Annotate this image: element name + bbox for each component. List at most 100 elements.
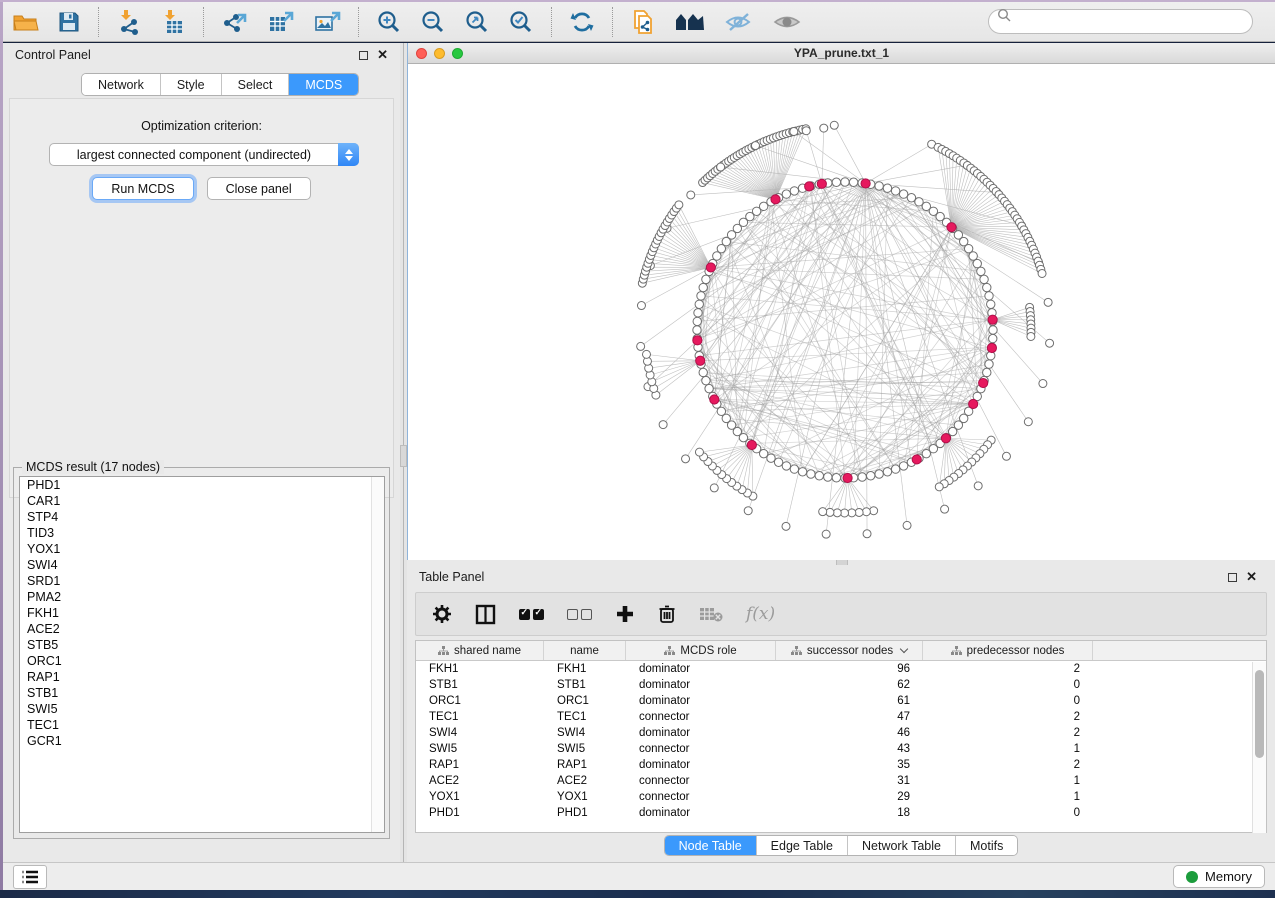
table-row[interactable]: YOX1YOX1connector291 (416, 789, 1266, 805)
table-cell[interactable]: YOX1 (416, 791, 544, 803)
zoom-out-button[interactable] (411, 6, 455, 38)
mcds-result-item[interactable]: ACE2 (20, 621, 384, 637)
mcds-node[interactable] (696, 356, 705, 365)
mcds-node[interactable] (710, 395, 719, 404)
tab-network-table[interactable]: Network Table (848, 836, 956, 855)
network-node[interactable] (987, 300, 995, 308)
first-neighbors-button[interactable] (665, 6, 715, 38)
table-row[interactable]: ORC1ORC1dominator610 (416, 693, 1266, 709)
mcds-result-list[interactable]: PHD1CAR1STP4TID3YOX1SWI4SRD1PMA2FKH1ACE2… (19, 476, 385, 833)
table-row[interactable]: RAP1RAP1dominator352 (416, 757, 1266, 773)
function-builder-button[interactable]: f(x) (746, 604, 775, 624)
column-header-name[interactable]: name (544, 641, 626, 660)
network-leaf-node[interactable] (802, 127, 810, 135)
network-leaf-node[interactable] (848, 509, 856, 517)
network-leaf-node[interactable] (675, 201, 683, 209)
network-leaf-node[interactable] (862, 508, 870, 516)
mcds-result-item[interactable]: STB5 (20, 637, 384, 653)
optimization-criterion-select[interactable]: largest connected component (undirected) (49, 143, 359, 166)
network-leaf-node[interactable] (935, 483, 943, 491)
table-cell[interactable]: 29 (776, 791, 923, 803)
tab-select[interactable]: Select (222, 74, 290, 95)
mcds-node[interactable] (693, 336, 702, 345)
network-node[interactable] (798, 468, 806, 476)
network-node[interactable] (875, 182, 883, 190)
tab-style[interactable]: Style (161, 74, 222, 95)
network-node[interactable] (832, 178, 840, 186)
network-leaf-node[interactable] (841, 509, 849, 517)
network-node[interactable] (841, 178, 849, 186)
network-leaf-node[interactable] (822, 530, 830, 538)
float-panel-icon[interactable] (1228, 573, 1237, 582)
open-file-button[interactable] (3, 6, 48, 38)
table-row[interactable]: STB1STB1dominator620 (416, 677, 1266, 693)
network-leaf-node[interactable] (1038, 269, 1046, 277)
mcds-list-scrollbar[interactable] (371, 477, 384, 832)
mcds-result-item[interactable]: PHD1 (20, 477, 384, 493)
network-node[interactable] (832, 474, 840, 482)
table-cell[interactable]: SWI5 (544, 743, 626, 755)
network-leaf-node[interactable] (642, 350, 650, 358)
table-cell[interactable]: dominator (626, 695, 776, 707)
mcds-node[interactable] (706, 263, 715, 272)
mcds-result-item[interactable]: STB1 (20, 685, 384, 701)
table-cell[interactable]: dominator (626, 663, 776, 675)
delete-table-button[interactable] (699, 605, 723, 623)
table-cell[interactable]: STB1 (416, 679, 544, 691)
table-cell[interactable]: PHD1 (544, 807, 626, 819)
mcds-node[interactable] (988, 315, 997, 324)
settings-gear-button[interactable] (432, 604, 452, 624)
column-layout-button[interactable] (475, 604, 496, 625)
table-cell[interactable]: connector (626, 775, 776, 787)
mcds-node[interactable] (947, 223, 956, 232)
table-cell[interactable]: connector (626, 791, 776, 803)
network-leaf-node[interactable] (695, 448, 703, 456)
vertical-splitter[interactable] (400, 43, 407, 862)
network-leaf-node[interactable] (790, 127, 798, 135)
network-leaf-node[interactable] (744, 507, 752, 515)
tab-network[interactable]: Network (82, 74, 161, 95)
network-node[interactable] (983, 283, 991, 291)
network-node[interactable] (985, 292, 993, 300)
table-cell[interactable]: ACE2 (544, 775, 626, 787)
network-node[interactable] (858, 473, 866, 481)
network-leaf-node[interactable] (1046, 339, 1054, 347)
network-leaf-node[interactable] (819, 508, 827, 516)
column-header-predecessor-nodes[interactable]: predecessor nodes (923, 641, 1093, 660)
network-leaf-node[interactable] (941, 505, 949, 513)
mcds-result-item[interactable]: YOX1 (20, 541, 384, 557)
hide-selected-button[interactable] (715, 6, 763, 38)
table-cell[interactable]: 47 (776, 711, 923, 723)
table-cell[interactable]: 46 (776, 727, 923, 739)
network-node[interactable] (907, 194, 915, 202)
table-scrollbar-thumb[interactable] (1255, 670, 1264, 758)
table-cell[interactable]: RAP1 (544, 759, 626, 771)
network-leaf-node[interactable] (833, 509, 841, 517)
network-node[interactable] (977, 267, 985, 275)
mcds-result-item[interactable]: GCR1 (20, 733, 384, 749)
network-node[interactable] (697, 292, 705, 300)
table-cell[interactable]: 35 (776, 759, 923, 771)
mcds-result-item[interactable]: TID3 (20, 525, 384, 541)
table-cell[interactable]: YOX1 (544, 791, 626, 803)
show-all-button[interactable] (763, 6, 811, 38)
table-cell[interactable]: ORC1 (544, 695, 626, 707)
export-network-button[interactable] (212, 6, 258, 38)
table-cell[interactable]: 2 (923, 663, 1093, 675)
network-node[interactable] (693, 317, 701, 325)
table-cell[interactable]: 2 (923, 727, 1093, 739)
table-cell[interactable]: 2 (923, 711, 1093, 723)
network-leaf-node[interactable] (717, 163, 725, 171)
save-session-button[interactable] (48, 6, 90, 38)
export-image-button[interactable] (304, 6, 350, 38)
network-node[interactable] (693, 326, 701, 334)
mcds-result-item[interactable]: FKH1 (20, 605, 384, 621)
table-cell[interactable]: dominator (626, 759, 776, 771)
network-leaf-node[interactable] (903, 521, 911, 529)
table-row[interactable]: SWI5SWI5connector431 (416, 741, 1266, 757)
table-cell[interactable]: SWI4 (544, 727, 626, 739)
network-leaf-node[interactable] (1002, 452, 1010, 460)
network-leaf-node[interactable] (1039, 380, 1047, 388)
table-scrollbar[interactable] (1252, 662, 1266, 833)
table-cell[interactable]: STB1 (544, 679, 626, 691)
